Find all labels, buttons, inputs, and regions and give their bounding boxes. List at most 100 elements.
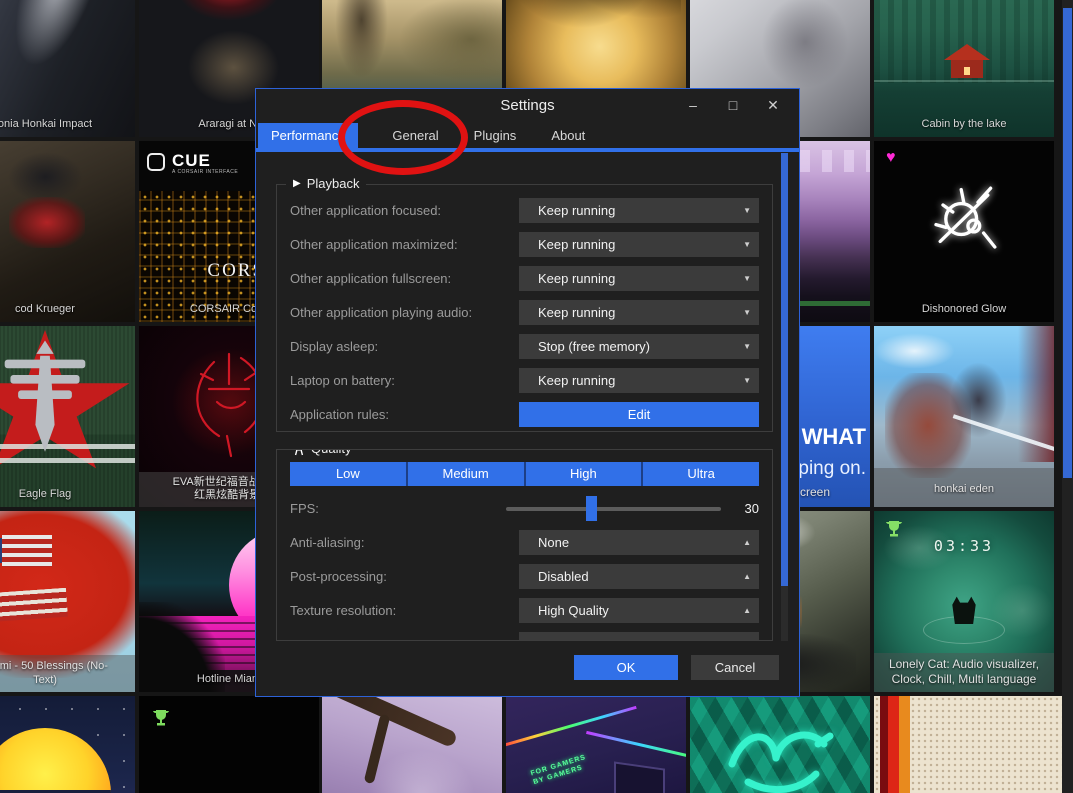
setting-row-display-asleep: Display asleep: Stop (free memory) ▼ [290,334,759,359]
preset-high-button[interactable]: High [526,462,644,486]
icue-logo-subtext: A CORSAIR INTERFACE [172,169,239,175]
gallery-scrollbar[interactable] [1062,0,1073,793]
wallpaper-tile-honkai-eden[interactable]: honkai eden [874,326,1054,507]
display-asleep-dropdown[interactable]: Stop (free memory) ▼ [519,334,759,359]
wallpaper-tile-miami-50-blessings[interactable]: Miami - 50 Blessings (No- Text) [0,511,135,692]
water-line-shape [874,80,1054,82]
dialog-titlebar[interactable]: Settings – □ ✕ [256,89,799,123]
dropdown-value: Disabled [538,569,589,584]
chevron-down-icon: ▼ [743,308,751,317]
wallpaper-engine-browser: onia Honkai Impact Araragi at Ni Cabin b… [0,0,1073,793]
play-icon: ▶ [293,178,301,189]
dropdown-value: Keep running [538,305,616,320]
wallpaper-tile-cabin[interactable]: Cabin by the lake [874,0,1054,137]
dialog-scrollbar[interactable] [781,153,788,641]
favorite-heart-icon: ♥ [886,149,896,166]
minimize-icon[interactable]: – [673,89,713,123]
wallpaper-tile-black-trophy[interactable] [139,696,319,793]
branch-shape [322,696,459,748]
wallpaper-tile-halftone-stripes[interactable] [874,696,1062,793]
wallpaper-tile-cod-krueger[interactable]: cod Krueger [0,141,135,322]
postprocessing-dropdown[interactable]: Disabled ▲ [519,564,759,589]
ok-button[interactable]: OK [574,655,678,680]
wallpaper-label: Dishonored Glow [921,303,1007,315]
flag-stripes-shape [1,534,53,568]
outsider-mark-icon [934,186,997,249]
close-icon[interactable]: ✕ [753,89,793,123]
setting-label: Other application focused: [290,203,442,218]
setting-row-postprocessing: Post-processing: Disabled ▲ [290,564,759,589]
maximize-icon[interactable]: □ [713,89,753,123]
preset-ultra-button[interactable]: Ultra [643,462,759,486]
wallpaper-label: Miami - 50 Blessings (No- Text) [0,655,135,692]
setting-label: Post-processing: [290,569,387,584]
dropdown-value: Keep running [538,373,616,388]
tab-about[interactable]: About [538,123,598,148]
wallpaper-tile-razer[interactable] [690,696,870,793]
dropdown-value: Keep running [538,271,616,286]
preset-medium-button[interactable]: Medium [408,462,526,486]
quality-group-title: Quality [286,450,359,456]
trophy-icon [886,521,902,537]
app-focused-dropdown[interactable]: Keep running ▼ [519,198,759,223]
tab-plugins[interactable]: Plugins [461,123,530,148]
app-fullscreen-dropdown[interactable]: Keep running ▼ [519,266,759,291]
setting-label: Other application fullscreen: [290,271,452,286]
window-shape [613,761,665,793]
antialiasing-dropdown[interactable]: None ▲ [519,530,759,555]
overlay-text-line1: WHAT [801,424,866,449]
texture-resolution-dropdown[interactable]: High Quality ▲ [519,598,759,623]
cancel-button[interactable]: Cancel [691,655,779,680]
setting-row-application-rules: Application rules: Edit [290,402,759,427]
wallpaper-tile-retro-sun[interactable] [0,696,135,793]
wallpaper-label-line1: Lonely Cat: Audio visualizer, [888,657,1040,671]
cancel-button-label: Cancel [714,660,756,675]
edit-button-label: Edit [627,407,651,422]
wallpaper-label: Cabin by the lake [921,118,1007,130]
wallpaper-tile-purple-sky-branch[interactable] [322,696,502,793]
preset-low-button[interactable]: Low [290,462,408,486]
fps-slider[interactable] [506,496,721,521]
wallpaper-label: cod Krueger [15,303,75,315]
wallpaper-tile-lonely-cat[interactable]: 03:33 Lonely Cat: Audio visualizer, Cloc… [874,511,1054,692]
palm-leaves-shape [515,0,681,47]
icue-logo-text: CUE [172,151,211,170]
wallpaper-label-strip: honkai eden [874,468,1054,507]
wallpaper-tile-eagle-flag[interactable]: Eagle Flag [0,326,135,507]
icue-hex-icon [147,153,165,171]
ship-silhouette-shape [332,0,391,83]
app-audio-dropdown[interactable]: Keep running ▼ [519,300,759,325]
eagle-icon [4,340,86,452]
edit-rules-button[interactable]: Edit [519,402,759,427]
dialog-scrollbar-thumb[interactable] [781,153,788,586]
quality-title-text: Quality [311,450,351,456]
cloud-shape [874,333,955,370]
red-bandana-shape [9,197,85,248]
wallpaper-tile-dishonored[interactable]: ♥ Dishonored Glow [874,141,1054,322]
sun-shape [0,727,111,793]
setting-row-partial [290,632,759,640]
vertical-stripes-shape [880,696,912,793]
setting-row-app-fullscreen: Other application fullscreen: Keep runni… [290,266,759,291]
setting-label: Other application maximized: [290,237,458,252]
sun-stripes-shape [0,783,111,793]
setting-label: Application rules: [290,407,389,422]
laptop-battery-dropdown[interactable]: Keep running ▼ [519,368,759,393]
fps-value: 30 [744,501,759,516]
black-cat-silhouette [952,596,976,625]
wallpaper-tile-neon-gaming-room[interactable]: FOR GAMERS BY GAMERS [506,696,686,793]
partial-dropdown[interactable] [519,632,759,640]
setting-label: Laptop on battery: [290,373,395,388]
ok-button-label: OK [616,660,636,675]
app-maximized-dropdown[interactable]: Keep running ▼ [519,232,759,257]
playback-group-title: ▶ Playback [286,176,367,191]
setting-label: Other application playing audio: [290,305,473,320]
wallpaper-tile-honkai-impact[interactable]: onia Honkai Impact [0,0,135,137]
fps-slider-track[interactable] [506,507,721,511]
chevron-down-icon: ▼ [743,206,751,215]
trophy-icon [153,710,169,726]
gallery-scrollbar-thumb[interactable] [1063,8,1072,478]
fps-slider-handle[interactable] [585,496,597,521]
setting-row-app-focused: Other application focused: Keep running … [290,198,759,223]
dropdown-value: High Quality [538,603,609,618]
